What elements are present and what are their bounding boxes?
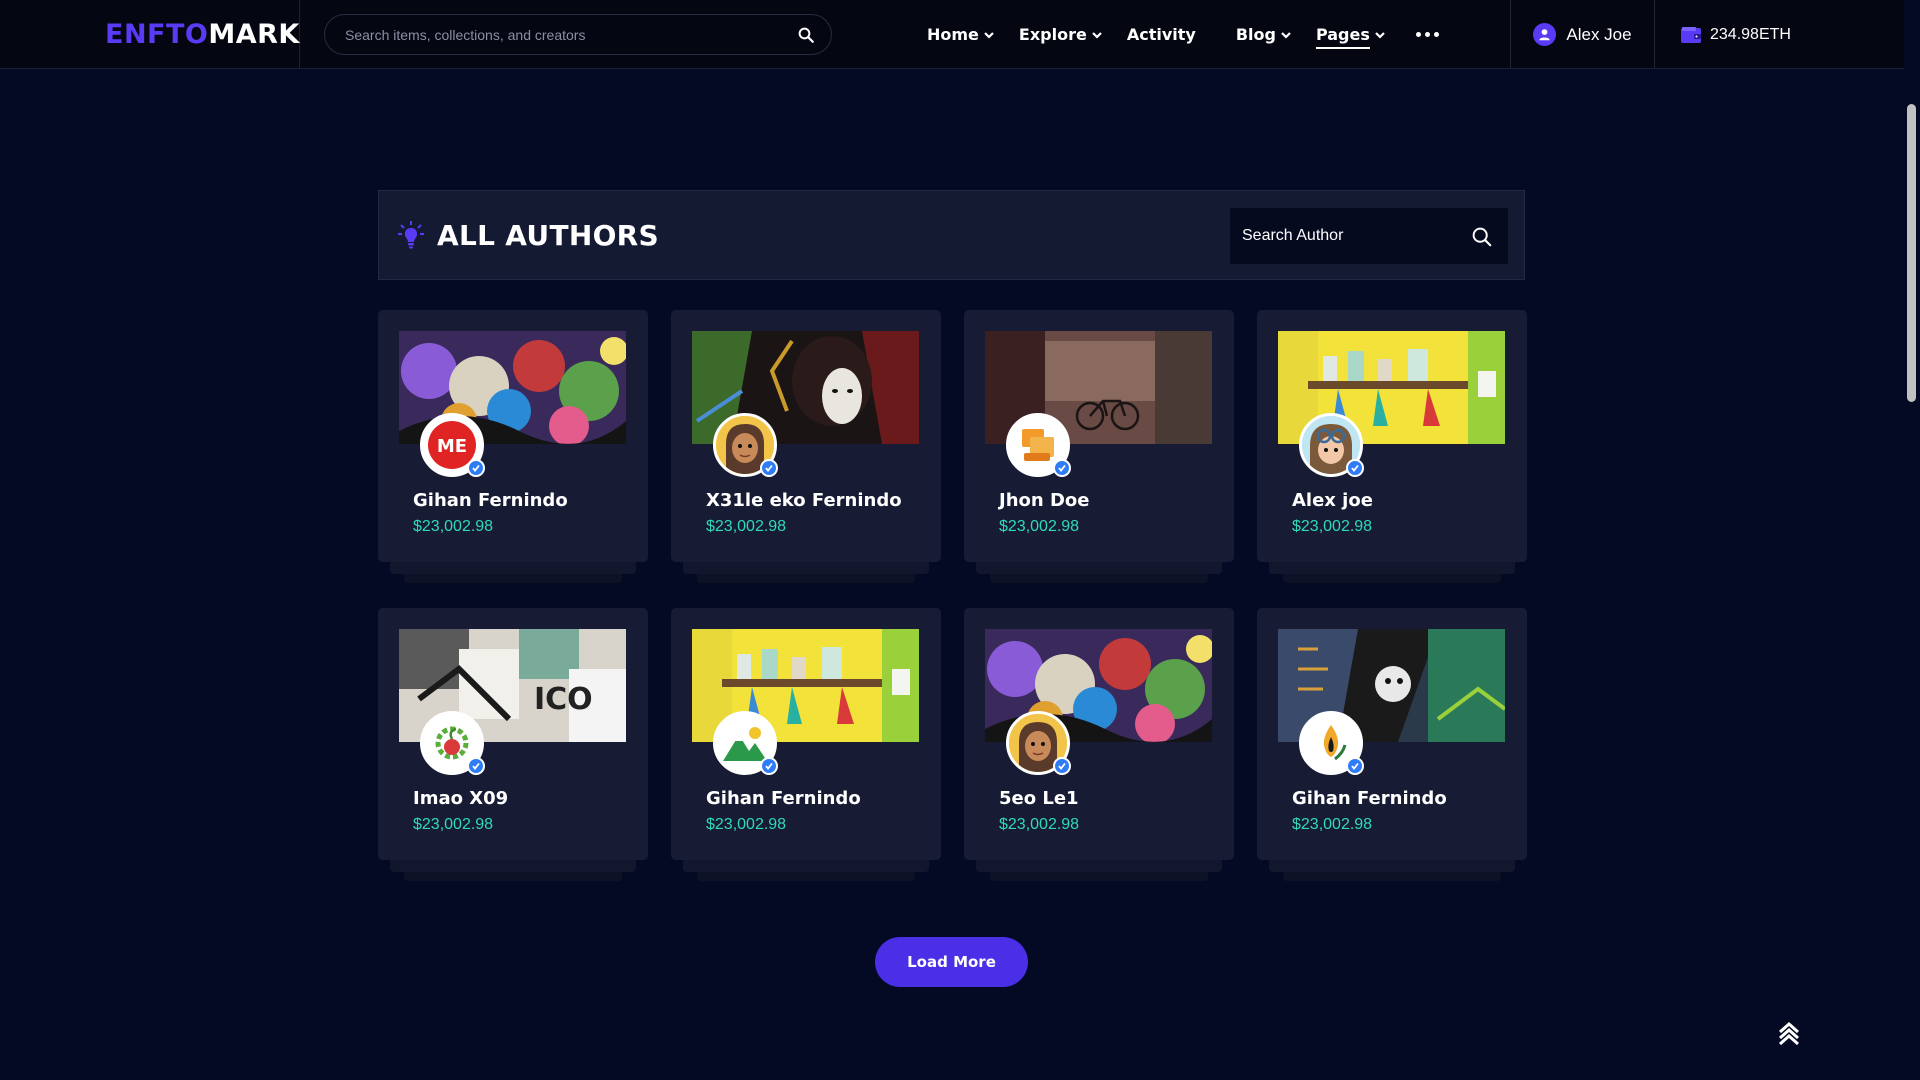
author-name[interactable]: Alex joe <box>1292 490 1373 511</box>
author-card[interactable]: Alex joe $23,002.98 <box>1257 310 1527 562</box>
chevron-down-icon <box>1092 31 1102 39</box>
author-price: $23,002.98 <box>999 518 1080 535</box>
load-more-button[interactable]: Load More <box>875 937 1028 987</box>
author-card[interactable]: ME Gihan Fernindo $23,002.98 <box>378 310 648 562</box>
author-price: $23,002.98 <box>999 816 1080 833</box>
author-name[interactable]: Jhon Doe <box>999 490 1089 511</box>
nav-pages[interactable]: Pages <box>1315 0 1386 69</box>
wallet-button[interactable]: 234.98ETH <box>1680 0 1791 69</box>
author-card[interactable]: Gihan Fernindo $23,002.98 <box>671 608 941 860</box>
author-name[interactable]: Gihan Fernindo <box>413 490 568 511</box>
nav-explore-label: Explore <box>1018 25 1087 44</box>
site-logo[interactable]: ENFTO MARK <box>105 19 300 50</box>
author-card-wrapper: ME Gihan Fernindo $23,002.98 <box>378 310 648 583</box>
author-name[interactable]: Imao X09 <box>413 788 508 809</box>
author-card[interactable]: 5eo Le1 $23,002.98 <box>964 608 1234 860</box>
wallet-icon <box>1681 26 1701 43</box>
author-name[interactable]: Gihan Fernindo <box>706 788 861 809</box>
search-icon[interactable] <box>797 26 815 44</box>
author-name[interactable]: X31le eko Fernindo <box>706 490 902 511</box>
chevron-down-icon <box>984 31 994 39</box>
author-price: $23,002.98 <box>706 816 787 833</box>
author-price: $23,002.98 <box>1292 518 1373 535</box>
verified-check-icon <box>760 459 778 477</box>
verified-check-icon <box>1346 757 1364 775</box>
author-card[interactable]: X31le eko Fernindo $23,002.98 <box>671 310 941 562</box>
more-menu-icon[interactable] <box>1415 32 1439 37</box>
verified-check-icon <box>1346 459 1364 477</box>
author-card-wrapper: Gihan Fernindo $23,002.98 <box>1257 608 1527 881</box>
author-name[interactable]: Gihan Fernindo <box>1292 788 1447 809</box>
chevron-down-icon <box>1375 31 1385 39</box>
svg-text:ME: ME <box>437 436 467 457</box>
verified-check-icon <box>467 757 485 775</box>
lightbulb-icon <box>398 221 424 249</box>
logo-rest-text: MARK <box>208 18 300 50</box>
verified-check-icon <box>467 459 485 477</box>
verified-check-icon <box>1053 459 1071 477</box>
logo-container[interactable]: ENFTO MARK <box>0 0 300 69</box>
nav-pages-label: Pages <box>1315 25 1370 44</box>
user-profile-button[interactable]: Alex Joe <box>1510 0 1655 69</box>
author-card[interactable]: ICO Imao X09 $23,002.98 <box>378 608 648 860</box>
nav-blog[interactable]: Blog <box>1236 0 1292 69</box>
author-card[interactable]: Jhon Doe $23,002.98 <box>964 310 1234 562</box>
verified-check-icon <box>760 757 778 775</box>
search-icon[interactable] <box>1471 226 1492 247</box>
global-search-input[interactable] <box>345 26 797 43</box>
nav-activity-label: Activity <box>1126 25 1196 44</box>
top-header: ENFTOMARK Home Explore Activity Blog Pag… <box>0 0 1904 69</box>
page-scrollbar-thumb[interactable] <box>1907 104 1916 402</box>
author-price: $23,002.98 <box>413 816 494 833</box>
author-card-wrapper: Alex joe $23,002.98 <box>1257 310 1527 583</box>
author-card-wrapper: ICO Imao X09 $23,002.98 <box>378 608 648 881</box>
verified-check-icon <box>1053 757 1071 775</box>
author-search-box <box>1230 208 1508 264</box>
all-authors-header: ALL AUTHORS <box>378 190 1525 280</box>
nav-activity[interactable]: Activity <box>1127 0 1196 69</box>
user-name: Alex Joe <box>1566 24 1632 44</box>
author-card[interactable]: Gihan Fernindo $23,002.98 <box>1257 608 1527 860</box>
nav-home-label: Home <box>927 25 979 44</box>
author-card-wrapper: Gihan Fernindo $23,002.98 <box>671 608 941 881</box>
main-nav: Home Explore Activity Blog Pages <box>927 0 1439 69</box>
nav-blog-label: Blog <box>1235 25 1276 44</box>
author-name[interactable]: 5eo Le1 <box>999 788 1079 809</box>
page-title: ALL AUTHORS <box>437 218 660 252</box>
author-price: $23,002.98 <box>413 518 494 535</box>
authors-grid: ME Gihan Fernindo $23,002.98 X31le eko F… <box>378 310 1527 881</box>
nav-home[interactable]: Home <box>927 0 995 69</box>
author-card-wrapper: 5eo Le1 $23,002.98 <box>964 608 1234 881</box>
back-to-top-icon[interactable] <box>1776 1020 1802 1046</box>
svg-text:ICO: ICO <box>534 682 593 717</box>
wallet-balance: 234.98ETH <box>1710 25 1791 43</box>
logo-accent-text: ENFTO <box>105 18 209 50</box>
author-card-wrapper: X31le eko Fernindo $23,002.98 <box>671 310 941 583</box>
author-card-wrapper: Jhon Doe $23,002.98 <box>964 310 1234 583</box>
nav-explore[interactable]: Explore <box>1019 0 1103 69</box>
user-icon <box>1533 23 1557 46</box>
author-price: $23,002.98 <box>1292 816 1373 833</box>
chevron-down-icon <box>1281 31 1291 39</box>
author-search-input[interactable] <box>1242 227 1471 245</box>
global-search-bar <box>324 14 832 55</box>
author-price: $23,002.98 <box>706 518 787 535</box>
